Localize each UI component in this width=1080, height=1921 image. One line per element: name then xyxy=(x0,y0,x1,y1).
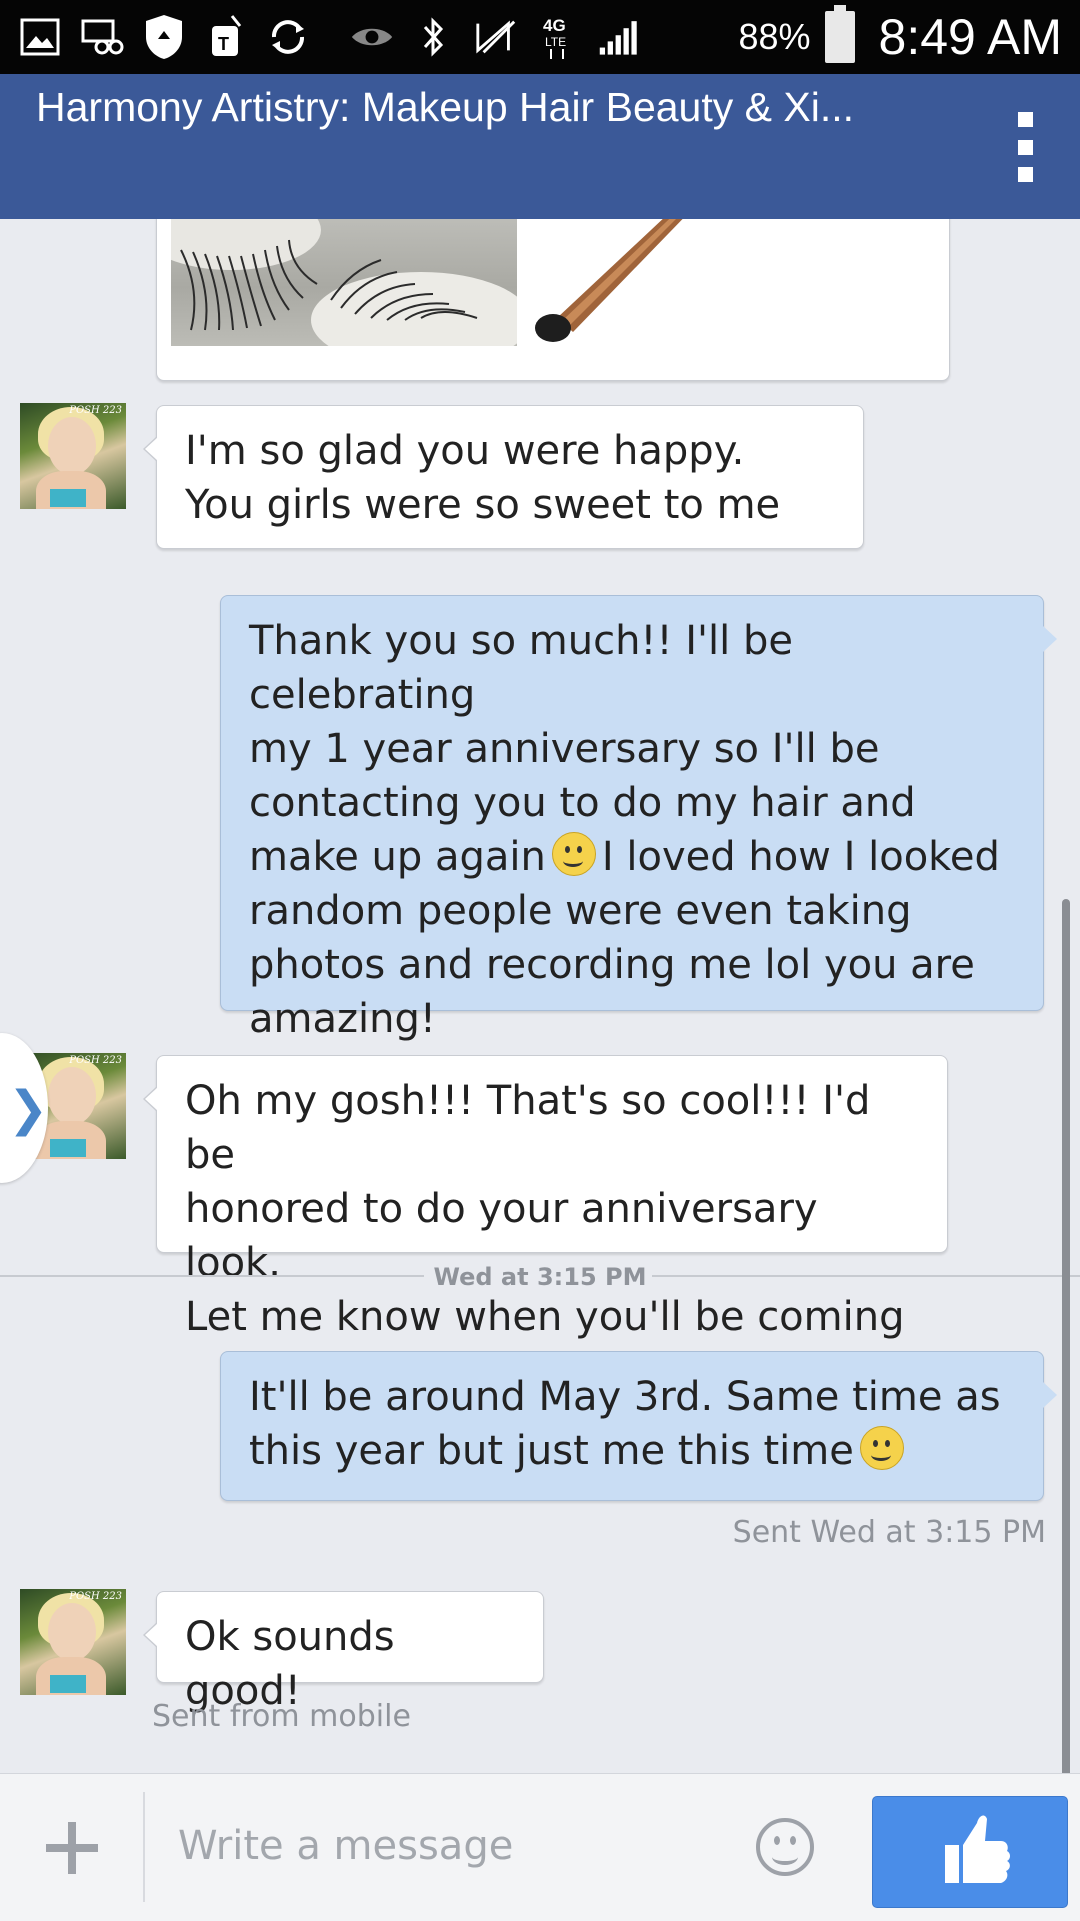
message-line: make up again I loved how I looked xyxy=(249,832,1000,880)
sent-from-mobile: Sent from mobile xyxy=(152,1699,411,1734)
battery-percentage: 88% xyxy=(738,16,811,57)
overflow-menu-icon[interactable] xyxy=(1010,112,1040,182)
message-line: this year but just me this time xyxy=(249,1424,1015,1478)
eye-icon xyxy=(350,15,394,59)
attachment-card[interactable] xyxy=(156,219,950,381)
battery-icon xyxy=(824,5,855,63)
signal-icon xyxy=(598,15,642,59)
svg-text:LTE: LTE xyxy=(545,35,566,49)
network-type-icon: 4G LTE xyxy=(536,15,580,59)
avatar[interactable]: POSH 223 xyxy=(20,1589,126,1695)
smiley-emoji-icon xyxy=(859,1426,904,1470)
nfc-icon xyxy=(474,15,518,59)
message-bubble-incoming[interactable]: Ok sounds good! xyxy=(143,1591,544,1714)
sent-status: Sent Wed at 3:15 PM xyxy=(732,1515,1046,1550)
app-bar: Harmony Artistry: Makeup Hair Beauty & X… xyxy=(0,74,1080,219)
voicemail-icon xyxy=(80,15,124,59)
clock: 8:49 AM xyxy=(878,9,1062,65)
svg-text:4G: 4G xyxy=(543,16,566,35)
scrollbar[interactable] xyxy=(1062,899,1070,1773)
message-line: I'm so glad you were happy. xyxy=(185,428,745,474)
message-bubble-incoming[interactable]: I'm so glad you were happy. You girls we… xyxy=(143,405,864,549)
message-line: photos and recording me lol you are xyxy=(249,942,975,988)
plus-icon[interactable] xyxy=(46,1822,98,1874)
smiley-emoji-icon xyxy=(551,832,596,876)
message-composer xyxy=(0,1773,1080,1921)
message-bubble-incoming[interactable]: Oh my gosh!!! That's so cool!!! I'd be h… xyxy=(143,1055,948,1340)
status-bar: T 4G LTE 88% 8:49 AM xyxy=(0,0,1080,74)
timestamp-divider: Wed at 3:15 PM xyxy=(0,1263,1080,1291)
message-line: Thank you so much!! I'll be celebrating xyxy=(249,618,793,718)
shield-icon xyxy=(142,15,186,59)
like-button[interactable] xyxy=(872,1796,1068,1908)
gallery-icon xyxy=(18,15,62,59)
message-thread[interactable]: POSH 223 I'm so glad you were happy. You… xyxy=(0,219,1080,1773)
message-input[interactable] xyxy=(178,1806,738,1886)
svg-text:T: T xyxy=(218,34,229,54)
message-line: my 1 year anniversary so I'll be xyxy=(249,726,880,772)
message-bubble-outgoing[interactable]: It'll be around May 3rd. Same time as th… xyxy=(220,1351,1057,1501)
brush-photo[interactable] xyxy=(533,219,885,346)
bluetooth-icon xyxy=(412,15,456,59)
message-line: random people were even taking xyxy=(249,888,912,934)
message-line: Oh my gosh!!! That's so cool!!! I'd be xyxy=(185,1078,871,1178)
composer-divider xyxy=(143,1792,145,1902)
message-line: You girls were so sweet to me xyxy=(185,482,781,528)
eyelash-photo[interactable] xyxy=(171,219,517,346)
tmobile-icon: T xyxy=(204,15,248,59)
conversation-title[interactable]: Harmony Artistry: Makeup Hair Beauty & X… xyxy=(36,84,854,131)
chevron-right-icon: ❯ xyxy=(8,1081,49,1137)
avatar[interactable]: POSH 223 xyxy=(20,403,126,509)
message-line: amazing! xyxy=(249,996,436,1042)
sync-icon xyxy=(266,15,310,59)
notification-icons: T 4G LTE xyxy=(18,6,642,68)
emoji-icon[interactable] xyxy=(756,1818,814,1876)
message-line: It'll be around May 3rd. Same time as xyxy=(249,1374,1001,1420)
thumbs-up-icon xyxy=(945,1815,1010,1883)
message-line: contacting you to do my hair and xyxy=(249,780,916,826)
message-bubble-outgoing[interactable]: Thank you so much!! I'll be celebrating … xyxy=(220,595,1057,1042)
status-right: 88% 8:49 AM xyxy=(738,0,1062,74)
message-line: Let me know when you'll be coming xyxy=(185,1294,905,1340)
